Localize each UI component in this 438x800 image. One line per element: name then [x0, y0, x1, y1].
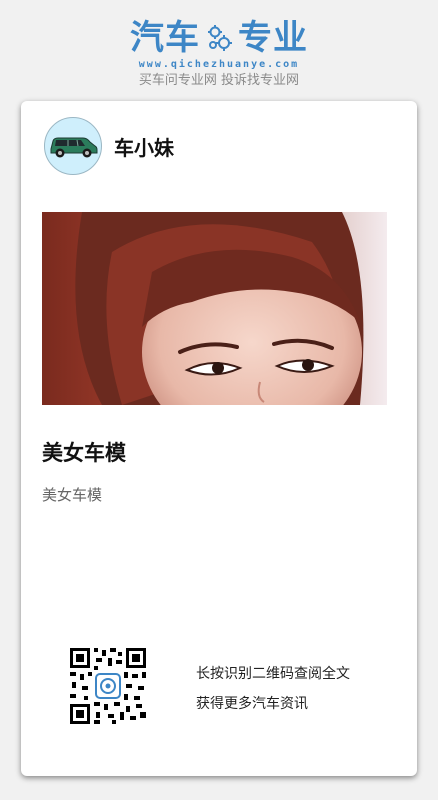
- qr-instructions: 长按识别二维码查阅全文 获得更多汽车资讯: [196, 659, 350, 719]
- author-name: 车小妹: [114, 135, 174, 160]
- qr-text-line2: 获得更多汽车资讯: [196, 696, 308, 712]
- qr-text-line1: 长按识别二维码查阅全文: [196, 666, 350, 682]
- brand-header: 汽车 专业 www.qichezhuanye.com 买车问专业网 投诉找专业网: [0, 18, 438, 90]
- brand-tagline: 买车问专业网 投诉找专业网: [138, 73, 300, 88]
- logo-text-left: 汽车: [130, 18, 200, 58]
- qr-code-icon[interactable]: [68, 646, 148, 726]
- article-card[interactable]: 车小妹 美女车模 美女车模 长按识别二维码查阅全文 获得更多汽车资讯: [21, 101, 417, 776]
- article-summary: 美女车模: [42, 486, 103, 504]
- logo-text-right: 专业: [238, 18, 308, 58]
- author-info: 车小妹: [44, 117, 174, 175]
- brand-url: www.qichezhuanye.com: [138, 59, 300, 70]
- article-title: 美女车模: [42, 441, 126, 465]
- brand-logo: 汽车 专业: [0, 18, 438, 58]
- avatar: [44, 117, 102, 175]
- cover-image: [42, 212, 387, 405]
- gears-icon: [208, 25, 232, 51]
- car-icon: [50, 137, 98, 158]
